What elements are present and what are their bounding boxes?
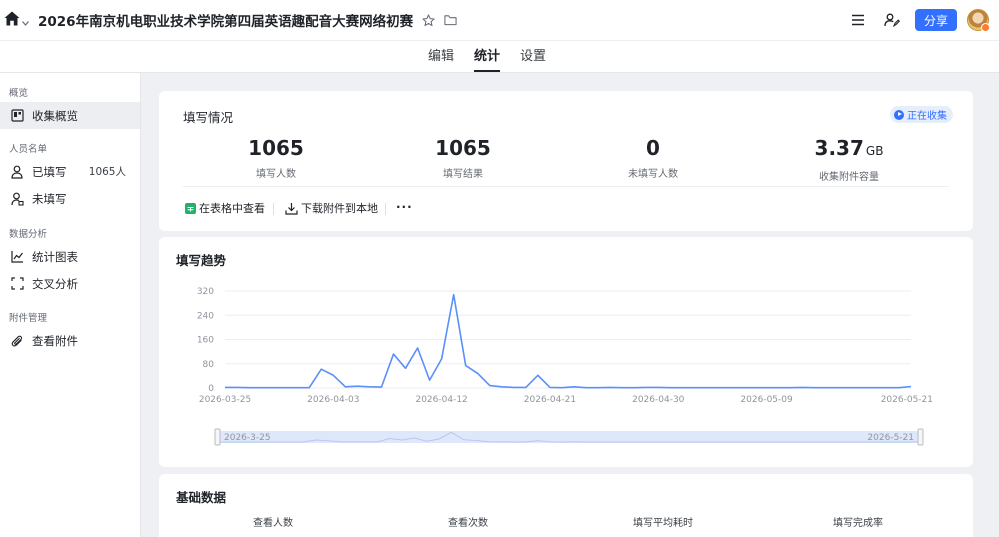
user-pending-icon: [10, 192, 24, 206]
more-options-icon[interactable]: ···: [396, 200, 413, 214]
chevron-down-icon: [22, 11, 29, 30]
range-slider-end-handle: [917, 428, 924, 446]
share-button[interactable]: 分享: [915, 9, 957, 31]
menu-icon[interactable]: [847, 9, 869, 31]
download-attachments-button[interactable]: 下载附件到本地: [285, 200, 378, 216]
stat-value: 1065: [248, 136, 304, 160]
divider: [183, 186, 949, 187]
x-tick-label: 2026-04-30: [632, 395, 685, 405]
range-slider-track: [217, 431, 920, 443]
home-icon: [4, 11, 20, 30]
range-start-label: 2026-3-25: [224, 433, 271, 443]
overview-card: 填写情况 正在收集 1065 填写人数 1065 填写结果 0 未填写人数 3.…: [159, 91, 973, 231]
x-tick-label: 2026-04-03: [307, 395, 359, 405]
sidebar-item-cross-analysis[interactable]: 交叉分析: [0, 270, 140, 297]
sidebar-item-view-attachments[interactable]: 查看附件: [0, 327, 140, 354]
column-header-view-count: 查看次数: [448, 518, 488, 529]
sidebar: 概览 收集概览 人员名单 已填写 1065人 未填写 数据分析 统计图表 交叉分…: [0, 73, 141, 537]
separator: [273, 203, 274, 215]
avatar[interactable]: [967, 9, 990, 32]
column-header-completion-rate: 填写完成率: [833, 518, 883, 529]
stat-unit: GB: [865, 144, 884, 158]
document-title: 2026年南京机电职业技术学院第四届英语趣配音大赛网络初赛: [38, 14, 414, 30]
overview-title: 填写情况: [183, 110, 234, 125]
stat-attachment-size: 3.37 GB 收集附件容量: [769, 136, 929, 183]
x-tick-label: 2026-05-21: [881, 395, 933, 405]
sidebar-item-label: 查看附件: [32, 333, 78, 348]
stat-value: 3.37: [814, 136, 864, 160]
paperclip-icon: [10, 334, 24, 348]
column-header-avg-time: 填写平均耗时: [633, 518, 693, 529]
sidebar-section-analysis: 数据分析: [9, 229, 48, 240]
user-check-icon: [10, 165, 24, 179]
spreadsheet-icon: [185, 202, 196, 214]
view-in-table-button[interactable]: 在表格中查看: [185, 200, 265, 216]
sidebar-item-label: 交叉分析: [32, 276, 78, 291]
range-slider-start-handle: [214, 428, 221, 446]
sidebar-item-label: 收集概览: [32, 108, 78, 123]
home-menu[interactable]: [4, 11, 34, 30]
y-tick-label: 160: [197, 336, 214, 346]
tab-bar: 编辑 统计 设置: [0, 40, 999, 73]
sidebar-item-label: 未填写: [32, 191, 67, 206]
filled-count: 1065人: [88, 166, 126, 178]
notification-dot: [981, 23, 990, 32]
column-header-view-people: 查看人数: [253, 518, 293, 529]
star-icon[interactable]: [422, 13, 435, 27]
trend-card: 填写趋势 0 80 160 240 320 2026-03-25 2026-04-03 202…: [159, 237, 973, 467]
stat-filled-people: 1065 填写人数: [196, 136, 356, 180]
separator: [385, 203, 386, 215]
sidebar-section-overview: 概览: [9, 88, 29, 99]
stat-unfilled-people: 0 未填写人数: [573, 136, 733, 180]
basic-data-title: 基础数据: [176, 490, 227, 505]
stat-label: 未填写人数: [628, 169, 678, 180]
dashboard-icon: [10, 109, 24, 123]
sidebar-section-roster: 人员名单: [9, 144, 48, 155]
stat-filled-results: 1065 填写结果: [383, 136, 543, 180]
x-tick-label: 2026-03-25: [199, 395, 251, 405]
top-bar: 2026年南京机电职业技术学院第四届英语趣配音大赛网络初赛 分享: [0, 0, 999, 40]
stat-value: 0: [646, 136, 660, 160]
line-chart-icon: [10, 250, 24, 264]
stat-label: 填写结果: [443, 169, 483, 180]
sidebar-item-label: 已填写: [32, 164, 67, 179]
y-tick-label: 0: [208, 384, 214, 394]
sidebar-item-filled[interactable]: 已填写 1065人: [0, 158, 140, 185]
folder-icon[interactable]: [444, 14, 457, 26]
stat-label: 填写人数: [256, 169, 296, 180]
sidebar-item-unfilled[interactable]: 未填写: [0, 185, 140, 212]
download-icon: [285, 202, 298, 215]
sidebar-item-label: 统计图表: [32, 249, 78, 264]
play-icon: [894, 109, 904, 120]
action-label: 下载附件到本地: [301, 202, 378, 215]
sidebar-item-stat-charts[interactable]: 统计图表: [0, 243, 140, 270]
trend-series-line: [225, 293, 912, 389]
tab-edit[interactable]: 编辑: [428, 41, 454, 73]
cross-analysis-icon: [10, 277, 24, 291]
x-tick-label: 2026-05-09: [740, 395, 793, 405]
y-tick-label: 320: [197, 287, 214, 297]
basic-data-card: 基础数据 查看人数 查看次数 填写平均耗时 填写完成率: [159, 474, 973, 537]
trend-line-chart: 0 80 160 240 320 2026-03-25 2026-04-03 2026-04-…: [197, 287, 933, 446]
stat-label: 收集附件容量: [819, 172, 879, 183]
tab-settings[interactable]: 设置: [520, 41, 546, 73]
sidebar-item-collection-overview[interactable]: 收集概览: [0, 102, 140, 129]
tab-statistics[interactable]: 统计: [474, 41, 501, 73]
stat-value: 1065: [435, 136, 491, 160]
sidebar-section-attachments: 附件管理: [9, 313, 48, 324]
x-tick-label: 2026-04-12: [415, 395, 467, 405]
x-tick-label: 2026-04-21: [524, 395, 576, 405]
y-tick-label: 80: [203, 360, 215, 370]
y-tick-label: 240: [197, 311, 214, 321]
action-label: 在表格中查看: [199, 202, 265, 215]
user-edit-icon[interactable]: [881, 9, 903, 31]
collecting-status-badge[interactable]: 正在收集: [890, 106, 953, 123]
range-end-label: 2026-5-21: [867, 433, 914, 443]
status-text: 正在收集: [907, 111, 947, 122]
